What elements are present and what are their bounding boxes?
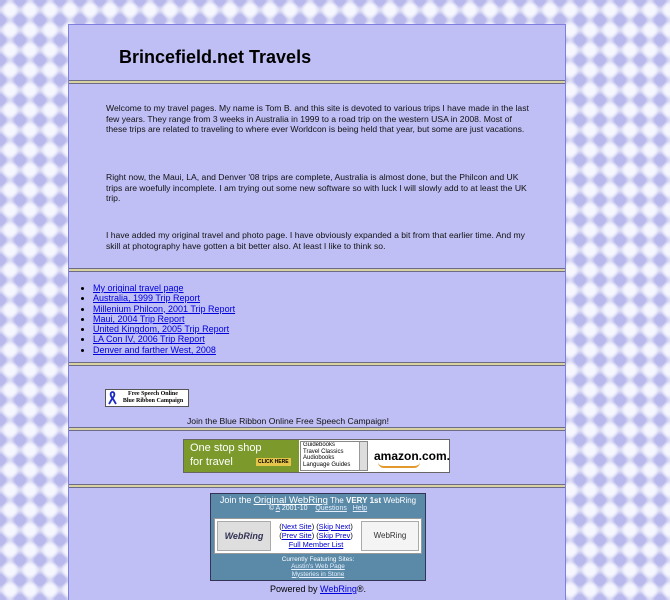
webring-join-text: Join the <box>219 495 252 505</box>
blue-ribbon-badge-text: Free Speech Online Blue Ribbon Campaign <box>120 391 186 405</box>
link-denver-2008[interactable]: Denver and farther West, 2008 <box>93 345 216 355</box>
amazon-category-list[interactable]: Guidebooks Travel Classics Audiobooks La… <box>300 441 368 471</box>
skip-next-link[interactable]: Skip Next <box>319 522 351 531</box>
divider <box>69 427 565 431</box>
promo-line-1: One stop shop <box>190 442 262 454</box>
amazon-promo[interactable]: One stop shop for travel CLICK HERE <box>184 440 299 472</box>
featured-site-link[interactable]: Mysteries in Stone <box>292 571 345 578</box>
list-item: Australia, 1999 Trip Report <box>93 293 235 303</box>
divider <box>69 362 565 366</box>
webring-widget: Join the Original WebRing The VERY 1st W… <box>210 493 426 581</box>
list-item: My original travel page <box>93 283 235 293</box>
promo-line-2: for travel <box>190 456 233 468</box>
full-member-list-link[interactable]: Full Member List <box>289 540 344 549</box>
powered-by: Powered by WebRing®. <box>69 584 567 594</box>
next-site-link[interactable]: Next Site <box>282 522 312 531</box>
webring-logo-left[interactable]: WebRing <box>217 521 271 551</box>
intro-paragraph-1: Welcome to my travel pages. My name is T… <box>106 103 529 134</box>
option-guidebooks[interactable]: Guidebooks <box>301 442 367 449</box>
amazon-banner: One stop shop for travel CLICK HERE Guid… <box>183 439 450 473</box>
skip-prev-link[interactable]: Skip Prev <box>319 531 351 540</box>
amazon-logo[interactable]: amazon.com. <box>370 441 451 471</box>
powered-by-webring-link[interactable]: WebRing <box>320 584 357 594</box>
page-title: Brincefield.net Travels <box>119 47 312 67</box>
list-item: Denver and farther West, 2008 <box>93 345 235 355</box>
trip-report-list: My original travel page Australia, 1999 … <box>77 283 235 355</box>
webring-the-text: The <box>329 496 344 505</box>
link-uk-2005[interactable]: United Kingdom, 2005 Trip Report <box>93 324 229 334</box>
amazon-logo-text: amazon.com. <box>374 449 451 463</box>
option-audiobooks[interactable]: Audiobooks <box>301 455 367 462</box>
webring-navigation-box: WebRing (Next Site) (Skip Next) (Prev Si… <box>214 518 422 554</box>
powered-by-suffix: ®. <box>356 584 367 594</box>
featured-site-link[interactable]: Austin's Web Page <box>291 563 345 570</box>
webring-very-text: VERY 1st <box>346 496 382 505</box>
intro-paragraph-2: Right now, the Maui, LA, and Denver '08 … <box>106 172 527 203</box>
intro-paragraph-3: I have added my original travel and phot… <box>106 230 525 251</box>
option-language-guides[interactable]: Language Guides <box>301 462 367 469</box>
copyright-years: 2001-10 <box>279 505 308 512</box>
option-travel-classics[interactable]: Travel Classics <box>301 449 367 456</box>
link-australia-1999[interactable]: Australia, 1999 Trip Report <box>93 293 200 303</box>
list-item: LA Con IV, 2006 Trip Report <box>93 334 235 344</box>
powered-by-prefix: Powered by <box>269 584 321 594</box>
featured-label: Currently Featuring Sites: <box>281 556 355 563</box>
divider <box>69 268 565 272</box>
webring-subheader: © A 2001-10 Questions Help <box>211 505 425 512</box>
click-here-button[interactable]: CLICK HERE <box>256 458 291 466</box>
blue-ribbon-badge[interactable]: Free Speech Online Blue Ribbon Campaign <box>105 389 189 407</box>
list-item: Millenium Philcon, 2001 Trip Report <box>93 304 235 314</box>
badge-line-2: Blue Ribbon Campaign <box>122 398 184 404</box>
blue-ribbon-caption: Join the Blue Ribbon Online Free Speech … <box>187 416 390 426</box>
amazon-smile-icon <box>378 462 420 468</box>
divider <box>69 80 565 84</box>
link-original-travel-page[interactable]: My original travel page <box>93 283 184 293</box>
help-link[interactable]: Help <box>353 505 367 512</box>
blue-ribbon-icon <box>108 391 117 405</box>
divider <box>69 484 565 488</box>
list-scrollbar[interactable] <box>359 442 367 470</box>
link-philcon-2001[interactable]: Millenium Philcon, 2001 Trip Report <box>93 304 235 314</box>
webring-featured: Currently Featuring Sites: Austin's Web … <box>211 556 425 578</box>
prev-site-link[interactable]: Prev Site <box>282 531 312 540</box>
list-item: Maui, 2004 Trip Report <box>93 314 235 324</box>
content-panel: Brincefield.net Travels Welcome to my tr… <box>68 24 566 600</box>
webring-nav-links: (Next Site) (Skip Next) (Prev Site) (Ski… <box>279 522 353 550</box>
link-la-con-2006[interactable]: LA Con IV, 2006 Trip Report <box>93 334 205 344</box>
questions-link[interactable]: Questions <box>315 505 347 512</box>
copyright-symbol: © <box>268 505 276 512</box>
badge-line-1: Free Speech Online <box>128 391 178 397</box>
link-maui-2004[interactable]: Maui, 2004 Trip Report <box>93 314 185 324</box>
webring-tail-text: WebRing <box>383 496 417 505</box>
webring-logo-right[interactable]: WebRing <box>361 521 419 551</box>
list-item: United Kingdom, 2005 Trip Report <box>93 324 235 334</box>
